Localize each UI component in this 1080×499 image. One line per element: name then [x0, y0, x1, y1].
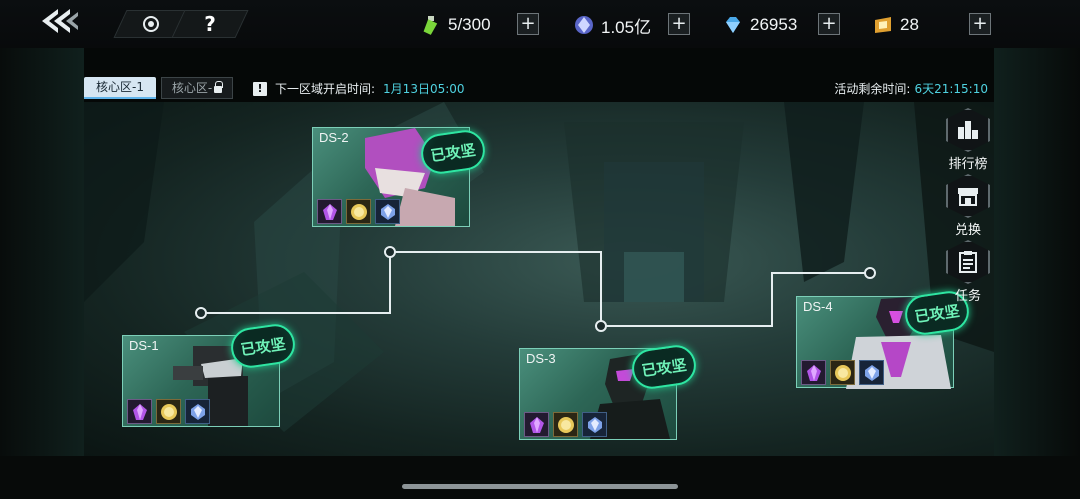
path-node[interactable] — [195, 307, 207, 319]
blue-crystal-icon — [380, 203, 395, 220]
stamina-resource: 5/300 — [420, 12, 491, 38]
reward-list — [801, 360, 884, 385]
shop-icon — [958, 188, 978, 206]
path-node[interactable] — [864, 267, 876, 279]
left-frame — [0, 48, 84, 499]
ranking-button[interactable]: 排行榜 — [940, 108, 996, 172]
add-tickets-button[interactable]: + — [969, 13, 991, 35]
clipboard-icon — [959, 251, 977, 273]
exchange-icon-frame — [946, 174, 990, 218]
right-frame — [994, 48, 1080, 499]
stage-id: DS-2 — [319, 130, 349, 145]
stage-card-ds3[interactable]: DS-3 已攻坚 — [519, 342, 699, 440]
tickets-value: 28 — [900, 15, 919, 34]
stamina-value: 5/300 — [448, 15, 491, 34]
blue-crystal-icon — [190, 403, 205, 420]
reward-gold-coin[interactable] — [156, 399, 181, 424]
gems-value: 26953 — [750, 15, 798, 34]
reward-blue-crystal[interactable] — [185, 399, 210, 424]
lock-icon — [214, 81, 224, 93]
bottom-frame — [0, 456, 1080, 499]
record-icon — [143, 16, 159, 32]
podium-icon — [958, 121, 978, 139]
tab-core-zone-2-locked[interactable]: 核心区- — [161, 77, 233, 99]
alert-icon: ! — [253, 81, 267, 96]
remaining-label: 活动剩余时间: — [834, 82, 911, 96]
stage-id: DS-4 — [803, 299, 833, 314]
tasks-icon-frame — [946, 240, 990, 284]
reward-blue-crystal[interactable] — [375, 199, 400, 224]
path-node[interactable] — [595, 320, 607, 332]
reward-list — [317, 199, 400, 224]
diamond-icon — [726, 17, 740, 33]
exchange-button[interactable]: 兑换 — [940, 174, 996, 238]
remaining-time: 6天21:15:10 — [914, 82, 988, 96]
stamina-potion-icon — [423, 16, 438, 35]
tab-core-zone-1[interactable]: 核心区-1 — [84, 77, 156, 99]
tasks-label: 任务 — [954, 289, 981, 304]
home-indicator[interactable] — [402, 484, 678, 489]
next-zone-notice: ! 下一区域开启时间: 1月13日05:00 — [253, 80, 465, 97]
purple-crystal-icon — [529, 416, 544, 433]
path-node[interactable] — [384, 246, 396, 258]
back-button[interactable] — [40, 6, 80, 36]
reward-gold-coin[interactable] — [346, 199, 371, 224]
ranking-icon-frame — [946, 108, 990, 152]
top-bar: ? 5/300 + 1.05亿 + 26953 + 28 + — [0, 0, 1080, 48]
reward-list — [524, 412, 607, 437]
tab-label: 核心区- — [171, 81, 213, 95]
help-icon: ? — [204, 12, 216, 36]
next-zone-label: 下一区域开启时间: — [275, 82, 376, 96]
purple-crystal-icon — [806, 364, 821, 381]
gems-resource: 26953 — [722, 12, 797, 38]
blue-crystal-icon — [587, 416, 602, 433]
reward-list — [127, 399, 210, 424]
add-stamina-button[interactable]: + — [517, 13, 539, 35]
gold-coin-icon — [160, 403, 177, 420]
next-zone-time: 1月13日05:00 — [383, 82, 465, 96]
exchange-label: 兑换 — [954, 223, 981, 238]
reward-purple-crystal[interactable] — [524, 412, 549, 437]
stage-card-ds2[interactable]: DS-2 已攻坚 — [312, 127, 488, 227]
ranking-label: 排行榜 — [948, 157, 988, 172]
add-coins-button[interactable]: + — [668, 13, 690, 35]
ticket-icon — [875, 17, 891, 33]
double-chevron-left-icon — [42, 9, 78, 33]
gold-coin-icon — [557, 416, 574, 433]
coins-resource: 1.05亿 — [573, 12, 651, 38]
coins-value: 1.05亿 — [601, 17, 652, 37]
add-gems-button[interactable]: + — [818, 13, 840, 35]
tasks-button[interactable]: 任务 — [940, 240, 996, 304]
stage-card-ds1[interactable]: DS-1 已攻坚 — [122, 321, 298, 427]
help-button[interactable]: ? — [171, 10, 249, 38]
reward-blue-crystal[interactable] — [859, 360, 884, 385]
reward-gold-coin[interactable] — [830, 360, 855, 385]
event-remaining: 活动剩余时间: 6天21:15:10 — [834, 80, 988, 97]
gold-coin-icon — [350, 203, 367, 220]
reward-purple-crystal[interactable] — [317, 199, 342, 224]
stage-id: DS-3 — [526, 351, 556, 366]
crystal-coin-icon — [575, 16, 593, 34]
stage-map-panel: DS-1 已攻坚 DS-2 已攻坚 DS-3 已攻坚 DS-4 已攻坚 — [84, 102, 994, 456]
stage-card-ds4[interactable]: DS-4 已攻坚 — [796, 288, 972, 389]
stage-id: DS-1 — [129, 338, 159, 353]
purple-crystal-icon — [132, 403, 147, 420]
reward-purple-crystal[interactable] — [801, 360, 826, 385]
tickets-resource: 28 — [872, 12, 919, 38]
gold-coin-icon — [834, 364, 851, 381]
blue-crystal-icon — [864, 364, 879, 381]
reward-blue-crystal[interactable] — [582, 412, 607, 437]
purple-crystal-icon — [322, 203, 337, 220]
reward-gold-coin[interactable] — [553, 412, 578, 437]
reward-purple-crystal[interactable] — [127, 399, 152, 424]
